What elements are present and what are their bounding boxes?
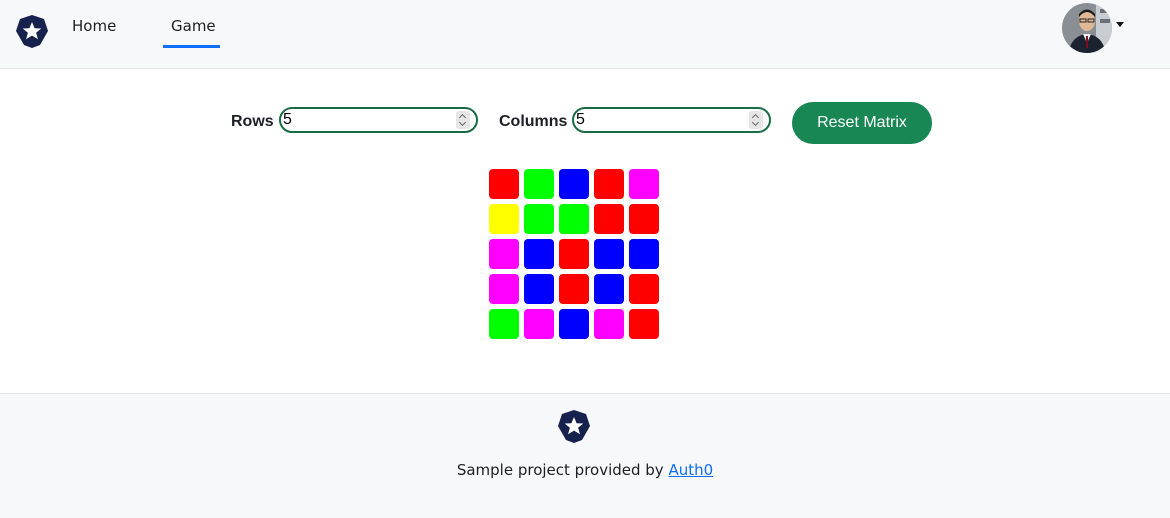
auth0-footer-logo-icon	[558, 410, 590, 443]
avatar-photo-icon	[1062, 3, 1112, 53]
footer-text: Sample project provided by	[456, 461, 669, 479]
nav-home-link[interactable]: Home	[72, 17, 116, 35]
matrix-cell-yellow[interactable]	[489, 204, 519, 234]
matrix-cell-green[interactable]	[559, 204, 589, 234]
matrix-cell-red[interactable]	[629, 204, 659, 234]
matrix-cell-magenta[interactable]	[629, 169, 659, 199]
matrix-cell-red[interactable]	[559, 239, 589, 269]
matrix-cell-magenta[interactable]	[489, 274, 519, 304]
matrix-cell-green[interactable]	[524, 169, 554, 199]
matrix-cell-blue[interactable]	[559, 309, 589, 339]
matrix-controls: Rows 5 Columns 5 Reset Matrix	[0, 102, 1170, 146]
rows-spinner-icon[interactable]	[456, 111, 470, 129]
columns-spinner-icon[interactable]	[749, 111, 763, 129]
matrix-cell-red[interactable]	[489, 169, 519, 199]
matrix-cell-blue[interactable]	[594, 239, 624, 269]
rows-input[interactable]: 5	[279, 107, 478, 133]
footer-caption: Sample project provided by Auth0	[0, 461, 1170, 479]
footer: Sample project provided by Auth0	[0, 393, 1170, 518]
matrix-cell-green[interactable]	[524, 204, 554, 234]
matrix-cell-blue[interactable]	[524, 274, 554, 304]
caret-down-icon[interactable]	[1116, 22, 1124, 27]
active-tab-indicator	[163, 45, 220, 48]
rows-input-value: 5	[283, 111, 292, 128]
columns-label: Columns	[499, 113, 568, 130]
rows-label: Rows	[231, 113, 274, 130]
matrix-cell-blue[interactable]	[524, 239, 554, 269]
top-navbar: Home Game	[0, 0, 1170, 69]
color-matrix	[489, 169, 664, 344]
matrix-cell-red[interactable]	[559, 274, 589, 304]
matrix-cell-blue[interactable]	[629, 239, 659, 269]
matrix-cell-red[interactable]	[629, 309, 659, 339]
matrix-cell-blue[interactable]	[559, 169, 589, 199]
user-avatar[interactable]	[1062, 3, 1112, 53]
columns-input-value: 5	[576, 111, 585, 128]
matrix-cell-red[interactable]	[594, 204, 624, 234]
auth0-link[interactable]: Auth0	[668, 461, 713, 479]
nav-game-link[interactable]: Game	[171, 17, 216, 35]
matrix-cell-red[interactable]	[594, 169, 624, 199]
reset-matrix-button[interactable]: Reset Matrix	[792, 102, 932, 144]
matrix-cell-magenta[interactable]	[489, 239, 519, 269]
auth0-logo-icon[interactable]	[14, 13, 50, 49]
columns-input[interactable]: 5	[572, 107, 771, 133]
matrix-cell-magenta[interactable]	[594, 309, 624, 339]
matrix-cell-green[interactable]	[489, 309, 519, 339]
matrix-cell-blue[interactable]	[594, 274, 624, 304]
matrix-cell-magenta[interactable]	[524, 309, 554, 339]
matrix-cell-red[interactable]	[629, 274, 659, 304]
